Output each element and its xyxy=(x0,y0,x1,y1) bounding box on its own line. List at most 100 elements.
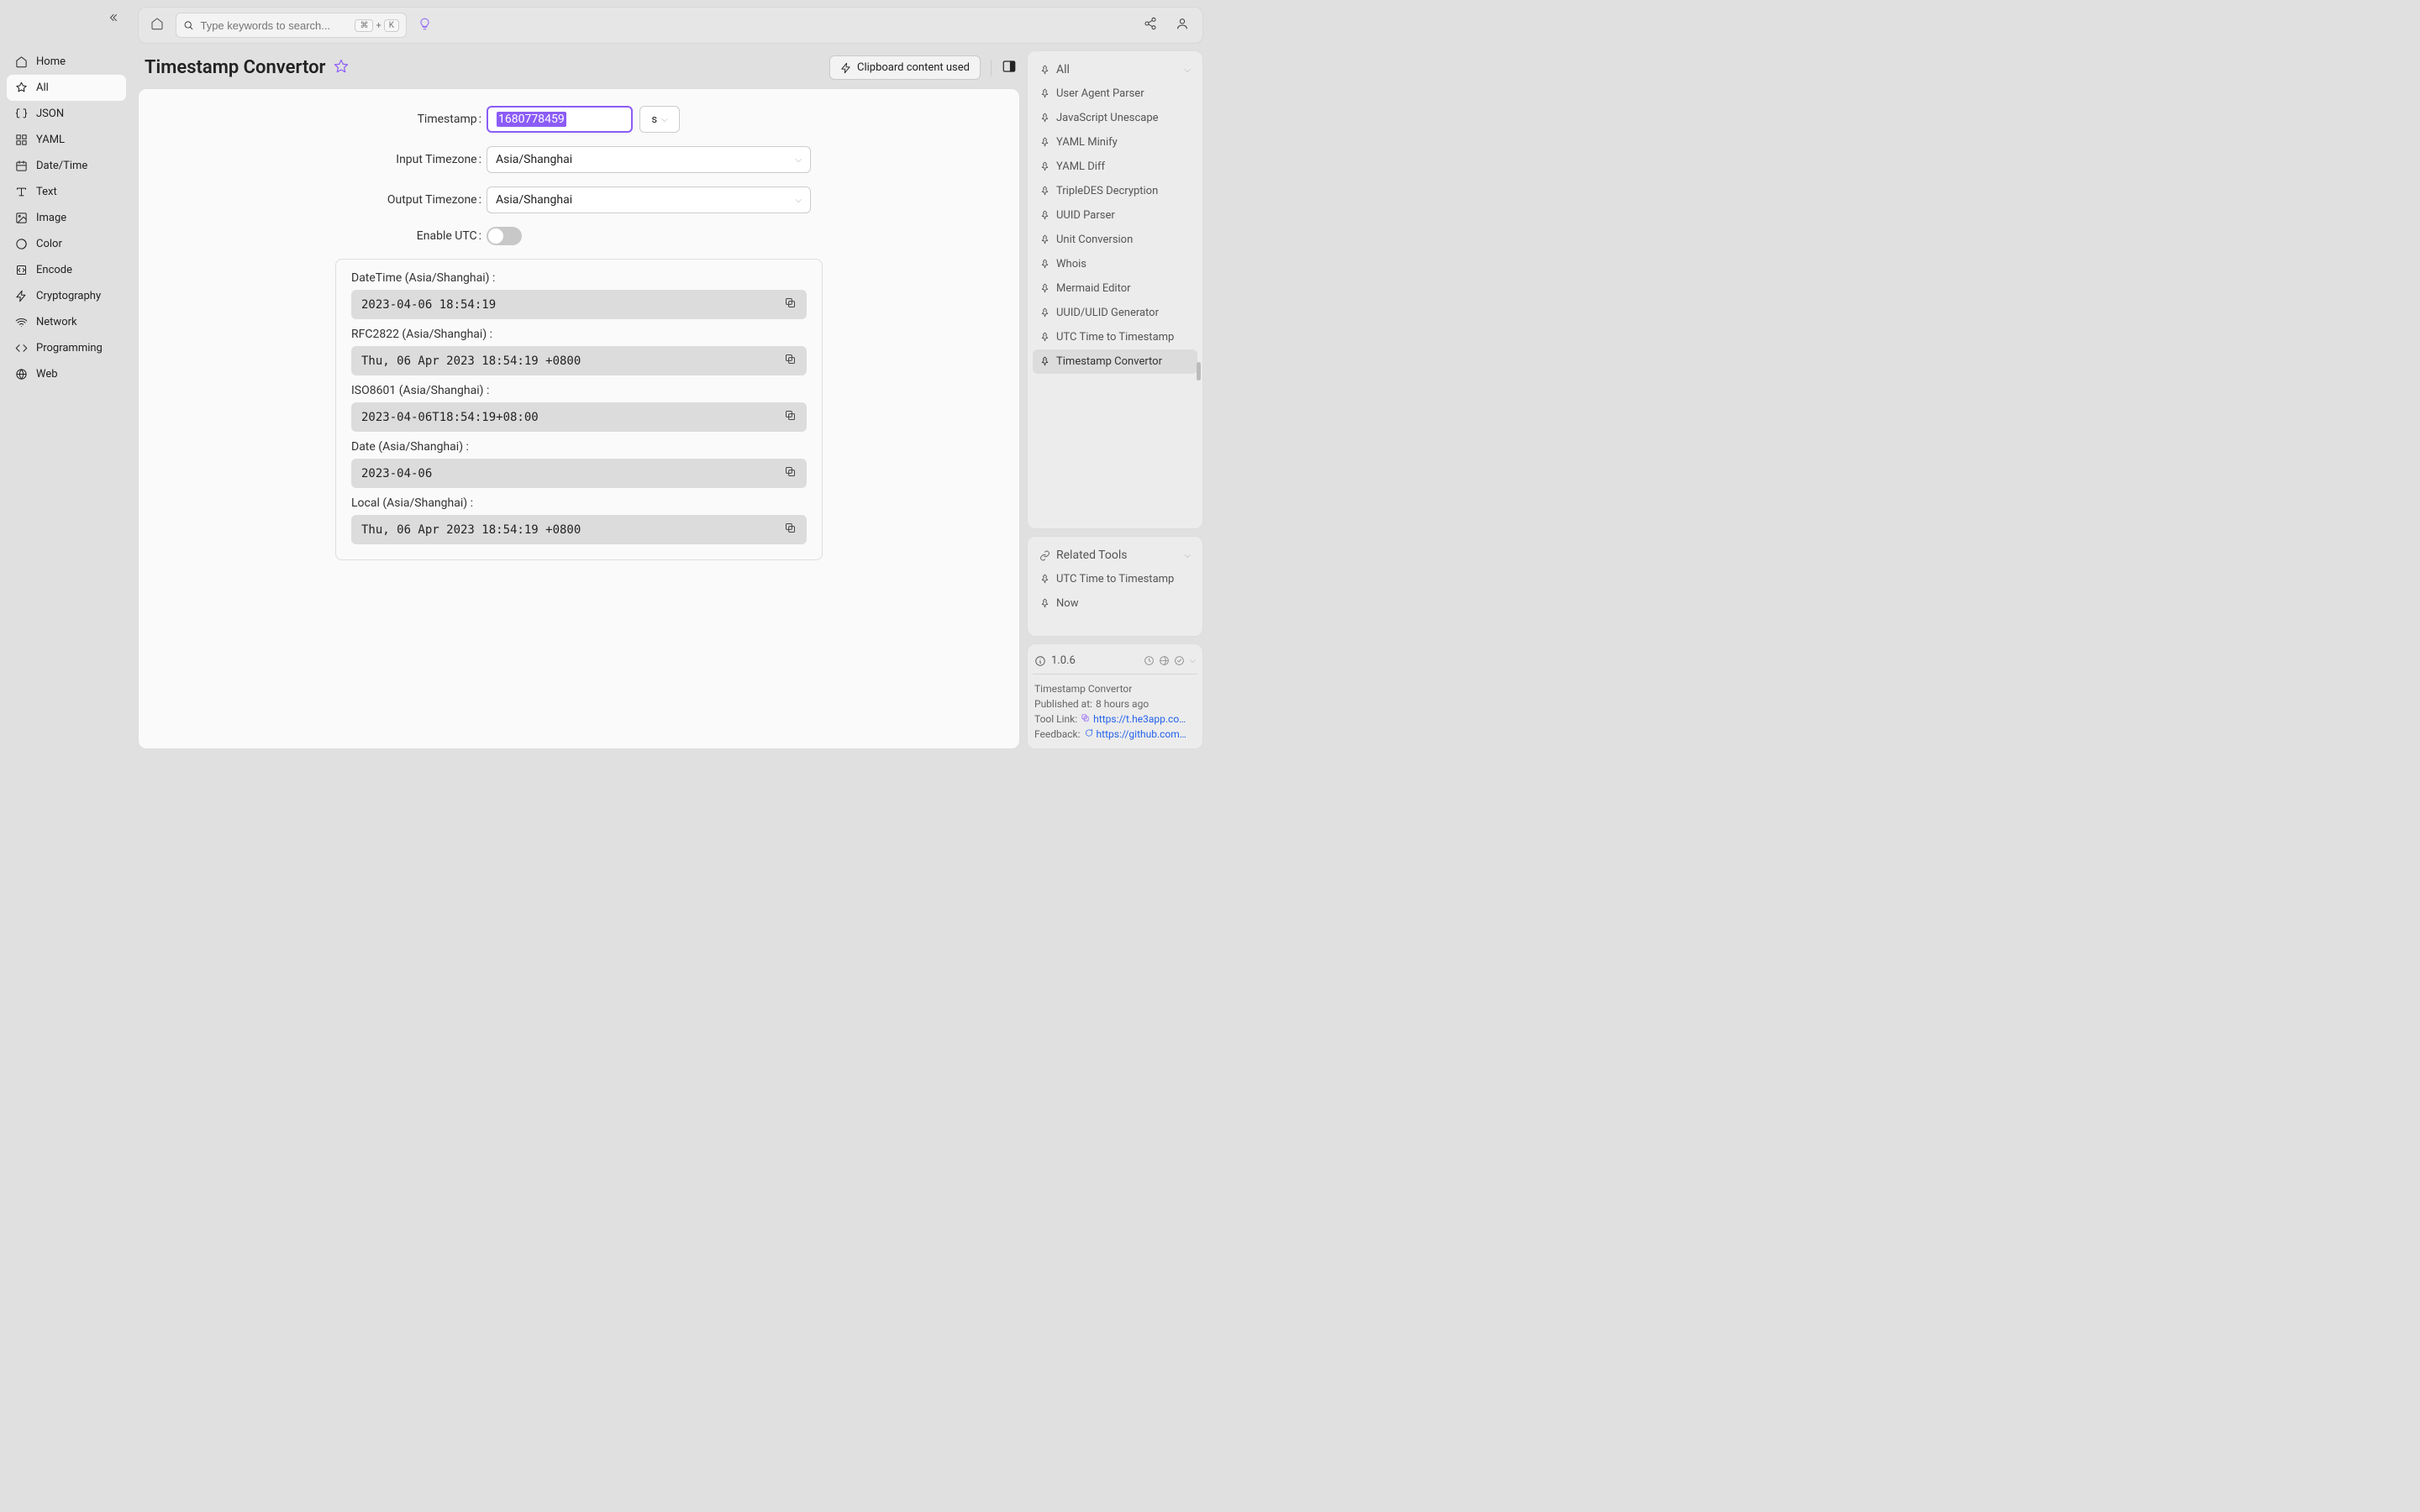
copy-button[interactable] xyxy=(784,297,797,312)
copy-button[interactable] xyxy=(784,409,797,425)
check-circle-icon[interactable] xyxy=(1174,655,1185,666)
tool-item[interactable]: UUID Parser xyxy=(1033,203,1197,228)
output-timezone-select[interactable]: Asia/Shanghai ⌵ xyxy=(487,186,811,213)
pin-icon xyxy=(1039,259,1050,270)
hint-button[interactable] xyxy=(415,14,434,37)
chevron-down-icon[interactable]: ⌵ xyxy=(1189,656,1196,665)
tools-list-card: All ⌵ User Agent ParserJavaScript Unesca… xyxy=(1027,50,1203,529)
sidebar-item-text[interactable]: Text xyxy=(7,179,126,205)
tool-item[interactable]: UUID/ULID Generator xyxy=(1033,301,1197,325)
sidebar: Home All JSON YAML Date/Time Text xyxy=(0,0,131,756)
copy-button[interactable] xyxy=(784,353,797,369)
divider xyxy=(991,60,992,76)
related-item[interactable]: Now xyxy=(1033,591,1197,616)
clock-icon[interactable] xyxy=(1144,655,1155,666)
info-card: 1.0.6 ⌵ Timestamp Convertor Published at… xyxy=(1027,643,1203,749)
result-label: DateTime (Asia/Shanghai) : xyxy=(351,271,807,285)
pin-icon xyxy=(1039,88,1050,99)
clipboard-used-button[interactable]: Clipboard content used xyxy=(829,55,981,80)
sidebar-item-label: Date/Time xyxy=(36,160,87,172)
copy-button[interactable] xyxy=(784,465,797,481)
copy-link-icon[interactable] xyxy=(1081,713,1090,725)
lightning-icon xyxy=(840,62,852,74)
tool-item[interactable]: JavaScript Unescape xyxy=(1033,106,1197,130)
sidebar-item-network[interactable]: Network xyxy=(7,309,126,335)
main-card: Timestamp 1680778459 s ⌵ Input T xyxy=(138,88,1020,749)
sidebar-item-label: Network xyxy=(36,316,77,328)
sidebar-item-label: Image xyxy=(36,212,66,224)
sidebar-item-image[interactable]: Image xyxy=(7,205,126,231)
pin-icon xyxy=(1039,356,1050,367)
sidebar-item-label: Encode xyxy=(36,264,72,276)
pin-icon xyxy=(1039,332,1050,343)
sidebar-item-label: Web xyxy=(36,368,58,381)
search-input-wrap[interactable]: ⌘ + K xyxy=(176,13,407,38)
timestamp-input[interactable]: 1680778459 xyxy=(487,106,633,133)
globe-icon[interactable] xyxy=(1159,655,1170,666)
input-timezone-select[interactable]: Asia/Shanghai ⌵ xyxy=(487,146,811,173)
result-value-datetime: 2023-04-06 18:54:19 xyxy=(351,290,807,319)
tool-item[interactable]: YAML Diff xyxy=(1033,155,1197,179)
sidebar-item-label: All xyxy=(36,81,49,94)
info-feedback: Feedback: https://github.com/… xyxy=(1033,727,1197,742)
result-label: RFC2822 (Asia/Shanghai) : xyxy=(351,328,807,341)
related-item[interactable]: UTC Time to Timestamp xyxy=(1033,567,1197,591)
sidebar-collapse-button[interactable] xyxy=(108,12,119,27)
sidebar-item-label: JSON xyxy=(36,108,64,120)
info-toollink: Tool Link: https://t.he3app.co… xyxy=(1033,711,1197,727)
sidebar-item-web[interactable]: Web xyxy=(7,361,126,387)
result-label: Date (Asia/Shanghai) : xyxy=(351,440,807,454)
page-header: Timestamp Convertor Clipboard content us… xyxy=(138,50,1020,88)
result-value-date: 2023-04-06 xyxy=(351,459,807,488)
tool-item[interactable]: Mermaid Editor xyxy=(1033,276,1197,301)
info-title: Timestamp Convertor xyxy=(1033,681,1197,696)
enable-utc-toggle[interactable] xyxy=(487,227,522,245)
tool-link[interactable]: https://t.he3app.co… xyxy=(1093,713,1186,725)
related-tools-header[interactable]: Related Tools ⌵ xyxy=(1033,543,1197,567)
pin-icon xyxy=(1039,137,1050,148)
results-box: DateTime (Asia/Shanghai) : 2023-04-06 18… xyxy=(335,259,823,560)
info-icon xyxy=(1034,655,1046,667)
tool-item[interactable]: UTC Time to Timestamp xyxy=(1033,325,1197,349)
scrollbar-thumb[interactable] xyxy=(1197,362,1201,381)
sidebar-item-datetime[interactable]: Date/Time xyxy=(7,153,126,179)
sidebar-item-encode[interactable]: Encode xyxy=(7,257,126,283)
panel-toggle-button[interactable] xyxy=(1002,59,1017,77)
pin-icon xyxy=(1039,210,1050,221)
timestamp-label: Timestamp xyxy=(155,113,487,126)
output-timezone-label: Output Timezone xyxy=(155,193,487,207)
favorite-button[interactable] xyxy=(334,59,349,77)
copy-button[interactable] xyxy=(784,522,797,538)
sidebar-item-all[interactable]: All xyxy=(7,75,126,101)
enable-utc-label: Enable UTC xyxy=(155,229,487,243)
result-label: ISO8601 (Asia/Shanghai) : xyxy=(351,384,807,397)
search-input[interactable] xyxy=(200,19,348,32)
pin-icon xyxy=(1039,186,1050,197)
share-button[interactable] xyxy=(1139,12,1162,39)
sidebar-item-home[interactable]: Home xyxy=(7,49,126,75)
tool-item[interactable]: Timestamp Convertor xyxy=(1033,349,1197,374)
tool-item[interactable]: User Agent Parser xyxy=(1033,81,1197,106)
unit-select[interactable]: s ⌵ xyxy=(639,106,680,133)
feedback-link[interactable]: https://github.com/… xyxy=(1097,728,1189,740)
tool-item[interactable]: Unit Conversion xyxy=(1033,228,1197,252)
tool-item[interactable]: YAML Minify xyxy=(1033,130,1197,155)
pin-icon xyxy=(1039,161,1050,172)
sidebar-item-yaml[interactable]: YAML xyxy=(7,127,126,153)
sidebar-item-json[interactable]: JSON xyxy=(7,101,126,127)
chevron-down-icon: ⌵ xyxy=(795,196,802,205)
pin-icon xyxy=(1039,307,1050,318)
sidebar-item-color[interactable]: Color xyxy=(7,231,126,257)
sidebar-item-programming[interactable]: Programming xyxy=(7,335,126,361)
chat-icon xyxy=(1084,728,1093,740)
home-button[interactable] xyxy=(147,13,167,37)
tools-list-header[interactable]: All ⌵ xyxy=(1033,58,1197,81)
result-value-iso8601: 2023-04-06T18:54:19+08:00 xyxy=(351,402,807,432)
tool-item[interactable]: Whois xyxy=(1033,252,1197,276)
user-button[interactable] xyxy=(1171,12,1194,39)
result-value-rfc2822: Thu, 06 Apr 2023 18:54:19 +0800 xyxy=(351,346,807,375)
sidebar-item-cryptography[interactable]: Cryptography xyxy=(7,283,126,309)
sidebar-item-label: Home xyxy=(36,55,66,68)
tool-item[interactable]: TripleDES Decryption xyxy=(1033,179,1197,203)
sidebar-item-label: Programming xyxy=(36,342,103,354)
